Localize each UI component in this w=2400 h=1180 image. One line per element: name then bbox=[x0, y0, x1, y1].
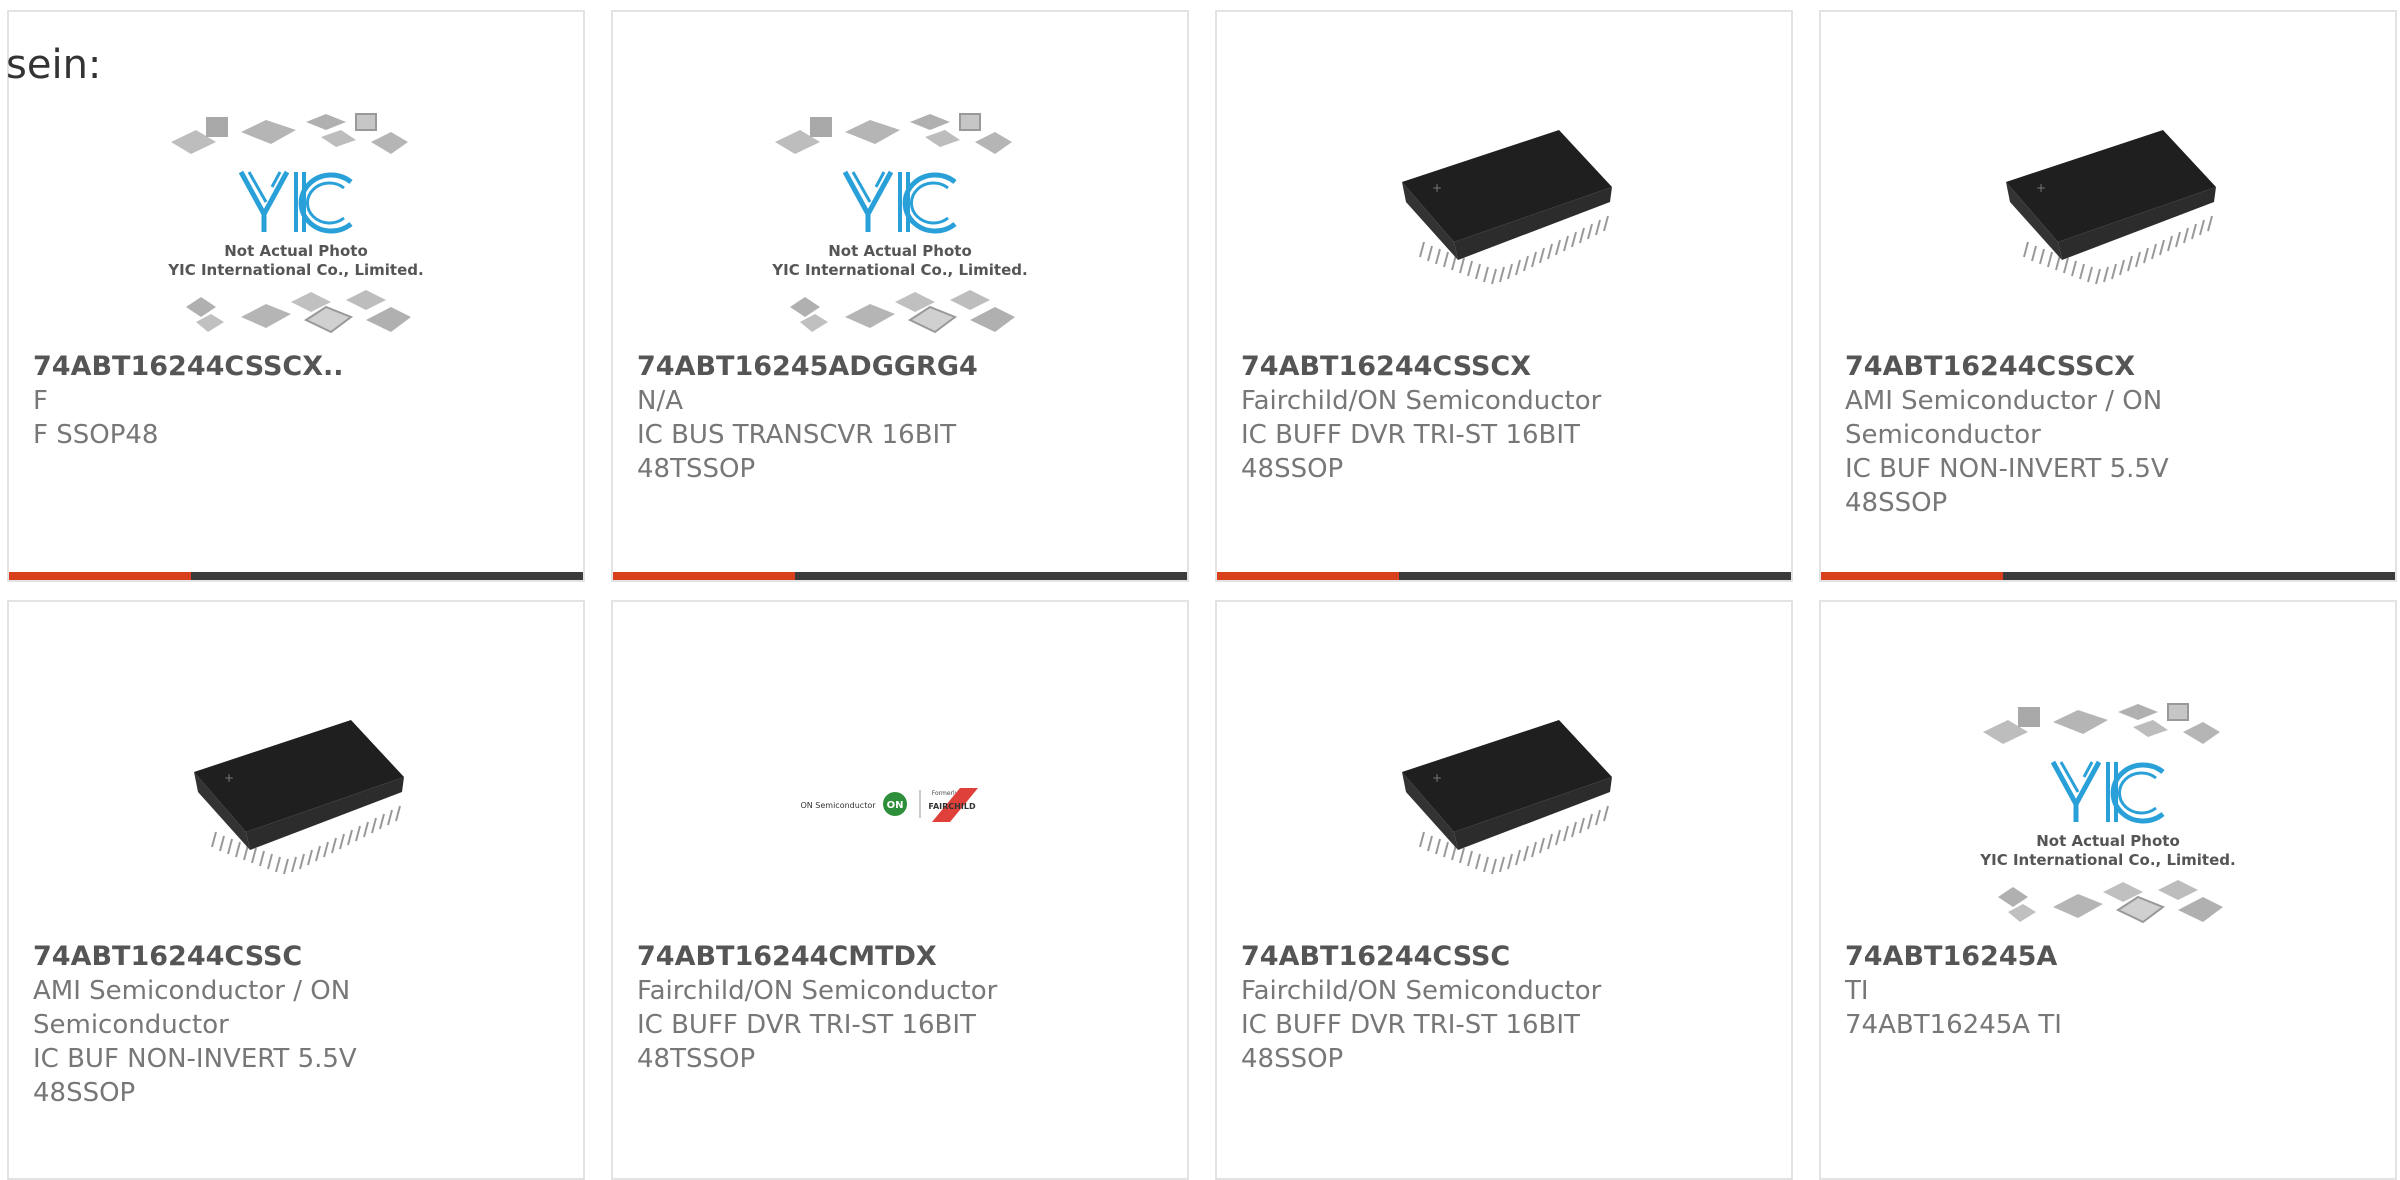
product-card[interactable]: Not Actual Photo YIC International Co., … bbox=[611, 10, 1189, 582]
product-manufacturer-cont: Semiconductor bbox=[33, 1010, 229, 1040]
card-accent-bar bbox=[613, 572, 795, 580]
product-image[interactable]: Not Actual Photo YIC International Co., … bbox=[613, 92, 1187, 352]
product-package: 48SSOP bbox=[1845, 488, 1948, 518]
product-image[interactable]: + bbox=[9, 682, 583, 942]
product-manufacturer: F bbox=[33, 386, 48, 416]
product-package: 48SSOP bbox=[33, 1078, 136, 1108]
product-card[interactable]: ON Semiconductor ON Formerly FAIRCHILD 7… bbox=[611, 600, 1189, 1180]
product-description: 74ABT16245A TI bbox=[1845, 1010, 2062, 1040]
yic-placeholder-icon: Not Actual Photo YIC International Co., … bbox=[1979, 703, 2236, 924]
product-card[interactable]: + 74ABT16244CSSC AMI Semiconductor / ON … bbox=[7, 600, 585, 1180]
product-description: IC BUFF DVR TRI-ST 16BIT bbox=[637, 1010, 976, 1040]
part-number[interactable]: 74ABT16244CSSC bbox=[1241, 940, 1771, 974]
ssop-chip-icon: + bbox=[1402, 720, 1612, 875]
svg-text:+: + bbox=[1432, 181, 1442, 195]
product-manufacturer: N/A bbox=[637, 386, 683, 416]
svg-text:+: + bbox=[2036, 181, 2046, 195]
on-semiconductor-text: ON Semiconductor bbox=[800, 801, 876, 810]
on-fairchild-logo: ON Semiconductor ON Formerly FAIRCHILD bbox=[800, 788, 978, 822]
placeholder-line-1: Not Actual Photo bbox=[2036, 832, 2180, 850]
card-accent-bar bbox=[1821, 572, 2003, 580]
ssop-chip-icon: + bbox=[2006, 130, 2216, 285]
yic-placeholder-icon: Not Actual Photo YIC International Co., … bbox=[167, 113, 424, 334]
placeholder-line-2: YIC International Co., Limited. bbox=[1979, 851, 2235, 869]
card-footer-bar bbox=[1217, 572, 1791, 580]
product-package: 48TSSOP bbox=[637, 454, 756, 484]
product-card[interactable]: Not Actual Photo YIC International Co., … bbox=[7, 10, 585, 582]
product-image[interactable]: Not Actual Photo YIC International Co., … bbox=[9, 92, 583, 352]
product-description: IC BUFF DVR TRI-ST 16BIT bbox=[1241, 1010, 1580, 1040]
on-logo-text: ON bbox=[887, 800, 904, 811]
card-accent-bar bbox=[9, 572, 191, 580]
product-manufacturer: AMI Semiconductor / ON bbox=[33, 976, 351, 1006]
product-package: 48SSOP bbox=[1241, 1044, 1344, 1074]
product-description: IC BUF NON-INVERT 5.5V bbox=[33, 1044, 357, 1074]
product-image[interactable]: ON Semiconductor ON Formerly FAIRCHILD bbox=[613, 682, 1187, 942]
ssop-chip-icon: + bbox=[1402, 130, 1612, 285]
svg-text:+: + bbox=[224, 771, 234, 785]
fairchild-text: FAIRCHILD bbox=[928, 802, 976, 811]
product-card[interactable]: + 74ABT16244CSSC Fairchild/ON Semiconduc… bbox=[1215, 600, 1793, 1180]
card-footer-bar bbox=[1821, 572, 2395, 580]
product-manufacturer-cont: Semiconductor bbox=[1845, 420, 2041, 450]
product-card[interactable]: Not Actual Photo YIC International Co., … bbox=[1819, 600, 2397, 1180]
product-manufacturer: Fairchild/ON Semiconductor bbox=[1241, 386, 1602, 416]
product-manufacturer: Fairchild/ON Semiconductor bbox=[637, 976, 998, 1006]
placeholder-line-2: YIC International Co., Limited. bbox=[167, 261, 423, 279]
part-number[interactable]: 74ABT16244CMTDX bbox=[637, 940, 1167, 974]
part-number[interactable]: 74ABT16244CSSC bbox=[33, 940, 563, 974]
part-number[interactable]: 74ABT16244CSSCX.. bbox=[33, 350, 563, 384]
section-label: sein: bbox=[6, 42, 102, 88]
card-accent-bar bbox=[1217, 572, 1399, 580]
yic-placeholder-icon: Not Actual Photo YIC International Co., … bbox=[771, 113, 1028, 334]
part-number[interactable]: 74ABT16245ADGGRG4 bbox=[637, 350, 1167, 384]
placeholder-line-1: Not Actual Photo bbox=[828, 242, 972, 260]
card-footer-bar bbox=[613, 572, 1187, 580]
placeholder-line-2: YIC International Co., Limited. bbox=[771, 261, 1027, 279]
svg-text:+: + bbox=[1432, 771, 1442, 785]
part-number[interactable]: 74ABT16244CSSCX bbox=[1845, 350, 2375, 384]
product-description: IC BUFF DVR TRI-ST 16BIT bbox=[1241, 420, 1580, 450]
product-image[interactable]: + bbox=[1217, 92, 1791, 352]
product-package: 48TSSOP bbox=[637, 1044, 756, 1074]
product-card[interactable]: + 74ABT16244CSSCX AMI Semiconductor / ON… bbox=[1819, 10, 2397, 582]
product-manufacturer: TI bbox=[1845, 976, 1869, 1006]
product-manufacturer: AMI Semiconductor / ON bbox=[1845, 386, 2163, 416]
placeholder-line-1: Not Actual Photo bbox=[224, 242, 368, 260]
part-number[interactable]: 74ABT16245A bbox=[1845, 940, 2375, 974]
part-number[interactable]: 74ABT16244CSSCX bbox=[1241, 350, 1771, 384]
ssop-chip-icon: + bbox=[194, 720, 404, 875]
product-card[interactable]: + 74ABT16244CSSCX Fairchild/ON Semicondu… bbox=[1215, 10, 1793, 582]
product-description: F SSOP48 bbox=[33, 420, 159, 450]
product-manufacturer: Fairchild/ON Semiconductor bbox=[1241, 976, 1602, 1006]
product-description: IC BUS TRANSCVR 16BIT bbox=[637, 420, 957, 450]
product-image[interactable]: Not Actual Photo YIC International Co., … bbox=[1821, 682, 2395, 942]
card-footer-bar bbox=[9, 572, 583, 580]
product-description: IC BUF NON-INVERT 5.5V bbox=[1845, 454, 2169, 484]
product-package: 48SSOP bbox=[1241, 454, 1344, 484]
product-image[interactable]: + bbox=[1821, 92, 2395, 352]
product-image[interactable]: + bbox=[1217, 682, 1791, 942]
